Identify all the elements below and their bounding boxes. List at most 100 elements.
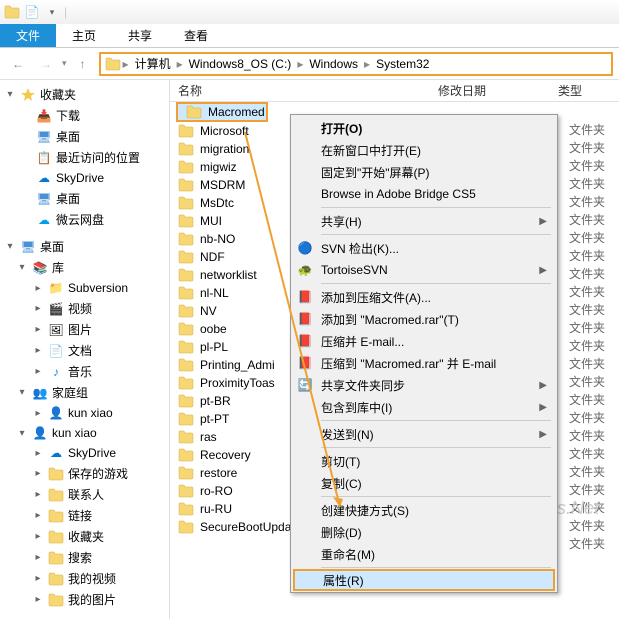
sidebar-user1[interactable]: ▸👤kun xiao [0,403,169,423]
back-button[interactable]: ← [6,52,30,76]
folder-icon [178,466,194,480]
menu-open[interactable]: 打开(O) [293,117,555,139]
sidebar-downloads[interactable]: 📥下载 [0,105,169,126]
forward-button: → [34,52,58,76]
menu-svn-checkout[interactable]: 🔵SVN 检出(K)... [293,237,555,259]
folder-icon [178,520,194,534]
menu-separator [321,207,551,208]
tab-view[interactable]: 查看 [168,24,224,47]
tab-home[interactable]: 主页 [56,24,112,47]
menu-newwindow[interactable]: 在新窗口中打开(E) [293,139,555,161]
chevron-right-icon: ▶ [539,216,547,227]
sidebar-skydrive[interactable]: ☁SkyDrive [0,168,169,188]
menu-bridge[interactable]: Browse in Adobe Bridge CS5 [293,183,555,205]
menu-tortoise[interactable]: 🐢TortoiseSVN▶ [293,259,555,281]
menu-sendto[interactable]: 发送到(N)▶ [293,423,555,445]
sidebar-subversion[interactable]: ▸📁Subversion [0,278,169,298]
chevron-right-icon[interactable]: ▸ [362,57,372,71]
chevron-right-icon[interactable]: ▸ [175,57,185,71]
annotation-arrow [245,132,247,507]
tab-file[interactable]: 文件 [0,24,56,47]
menu-properties[interactable]: 属性(R) [293,569,555,591]
menu-shortcut[interactable]: 创建快捷方式(S) [293,499,555,521]
file-row-selected[interactable]: Macromed [176,102,268,122]
menu-delete[interactable]: 删除(D) [293,521,555,543]
col-type[interactable]: 类型 [550,82,619,99]
folder-icon [178,196,194,210]
dropdown-icon[interactable]: ▾ [44,4,60,20]
crumb-windows[interactable]: Windows [305,57,362,71]
sidebar-skydrive2[interactable]: ▸☁SkyDrive [0,443,169,463]
menu-addzip[interactable]: 📕添加到压缩文件(A)... [293,286,555,308]
svn-icon: 🔵 [297,240,313,256]
folder-icon [178,340,194,354]
up-button[interactable]: ↑ [71,52,95,76]
col-name[interactable]: 名称 [170,82,430,99]
menu-zipemailrar[interactable]: 📕压缩到 "Macromed.rar" 并 E-mail [293,352,555,374]
sidebar-desktop[interactable]: 🖥桌面 [0,126,169,147]
file-name: Macromed [208,105,266,119]
sidebar-documents[interactable]: ▸📄文档 [0,340,169,361]
crumb-computer[interactable]: 计算机 [131,55,175,72]
menu-share[interactable]: 共享(H)▶ [293,210,555,232]
folder-icon [178,232,194,246]
folder-icon [178,286,194,300]
folder-icon [178,484,194,498]
menu-cut[interactable]: 剪切(T) [293,450,555,472]
crumb-system32[interactable]: System32 [372,57,433,71]
menu-separator [321,234,551,235]
tortoise-icon: 🐢 [297,262,313,278]
folder-icon [178,448,194,462]
menu-rename[interactable]: 重命名(M) [293,543,555,565]
sidebar-homegroup[interactable]: ▾👥家庭组 [0,382,169,403]
crumb-drive[interactable]: Windows8_OS (C:) [185,57,296,71]
folder-icon [4,4,20,20]
sidebar-favorites[interactable]: ▾收藏夹 [0,84,169,105]
sidebar-music[interactable]: ▸♪音乐 [0,361,169,382]
sidebar-links[interactable]: ▸链接 [0,505,169,526]
nav-bar: ← → ▾ ↑ ▸ 计算机 ▸ Windows8_OS (C:) ▸ Windo… [0,48,619,80]
title-bar: 📄 ▾ | [0,0,619,24]
col-date[interactable]: 修改日期 [430,82,550,99]
sidebar-user2[interactable]: ▾👤kun xiao [0,423,169,443]
context-menu: 打开(O) 在新窗口中打开(E) 固定到"开始"屏幕(P) Browse in … [290,114,558,593]
chevron-right-icon[interactable]: ▸ [121,57,131,71]
chevron-right-icon[interactable]: ▸ [295,57,305,71]
folder-icon [178,412,194,426]
menu-separator [321,567,551,568]
sidebar-pictures[interactable]: ▸🖼图片 [0,319,169,340]
sidebar-libraries[interactable]: ▾📚库 [0,257,169,278]
folder-icon [178,268,194,282]
sidebar-desktop2[interactable]: 🖥桌面 [0,188,169,209]
chevron-right-icon: ▶ [539,265,547,276]
menu-zipemail[interactable]: 📕压缩并 E-mail... [293,330,555,352]
menu-include[interactable]: 包含到库中(I)▶ [293,396,555,418]
folder-icon [178,358,194,372]
sidebar-recent[interactable]: 📋最近访问的位置 [0,147,169,168]
chevron-right-icon: ▶ [539,380,547,391]
sidebar-myvideos[interactable]: ▸我的视频 [0,568,169,589]
folder-icon [178,178,194,192]
chevron-right-icon: ▶ [539,402,547,413]
sidebar-desktop-group[interactable]: ▾🖥桌面 [0,236,169,257]
history-dropdown-icon[interactable]: ▾ [62,58,67,69]
sidebar-favorites2[interactable]: ▸收藏夹 [0,526,169,547]
menu-sharesync[interactable]: 🔄共享文件夹同步▶ [293,374,555,396]
folder-icon [178,376,194,390]
folder-icon [178,322,194,336]
tab-share[interactable]: 共享 [112,24,168,47]
column-headers: 名称 修改日期 类型 [170,80,619,102]
sidebar-mypictures[interactable]: ▸我的图片 [0,589,169,610]
breadcrumb[interactable]: ▸ 计算机 ▸ Windows8_OS (C:) ▸ Windows ▸ Sys… [99,52,613,76]
folder-icon [178,394,194,408]
sidebar-contacts[interactable]: ▸联系人 [0,484,169,505]
menu-pin[interactable]: 固定到"开始"屏幕(P) [293,161,555,183]
menu-addrar[interactable]: 📕添加到 "Macromed.rar"(T) [293,308,555,330]
sidebar-weiyun[interactable]: ☁微云网盘 [0,209,169,230]
folder-icon [178,430,194,444]
rar-icon: 📕 [297,311,313,327]
sidebar-videos[interactable]: ▸🎬视频 [0,298,169,319]
sidebar-searches[interactable]: ▸搜索 [0,547,169,568]
document-icon[interactable]: 📄 [24,4,40,20]
sidebar-savedgames[interactable]: ▸保存的游戏 [0,463,169,484]
